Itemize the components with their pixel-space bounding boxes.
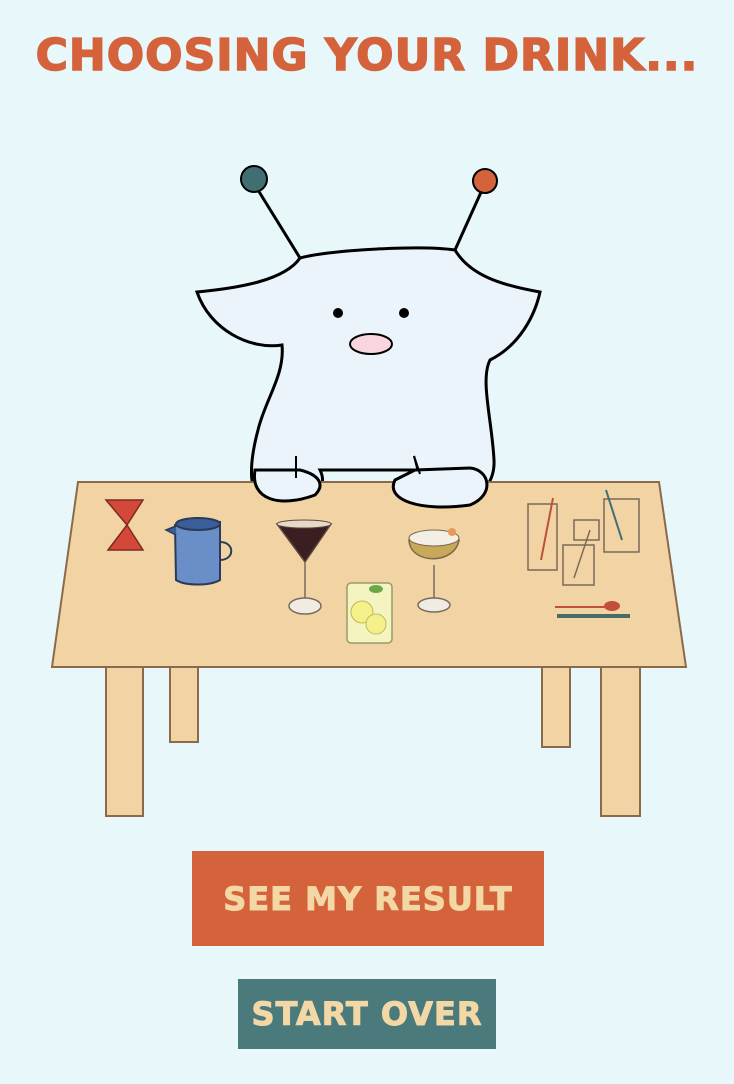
table-leg-back-left — [169, 664, 199, 743]
table-leg-front-left — [105, 666, 144, 817]
start-over-button[interactable]: START OVER — [238, 979, 496, 1049]
table-leg-front-right — [600, 666, 641, 817]
creature-nose — [349, 333, 393, 355]
lemon-highball-icon — [346, 582, 393, 644]
table-leg-back-right — [541, 664, 571, 748]
page-title: CHOOSING YOUR DRINK... — [35, 29, 699, 82]
bartender-illustration — [50, 165, 688, 817]
antenna-ball-right — [472, 168, 498, 194]
creature-character — [194, 165, 542, 510]
antenna-ball-left — [240, 165, 268, 193]
creature-eye-left — [333, 308, 343, 318]
creature-body — [194, 246, 542, 510]
creature-eye-right — [399, 308, 409, 318]
see-result-button[interactable]: SEE MY RESULT — [192, 851, 544, 946]
